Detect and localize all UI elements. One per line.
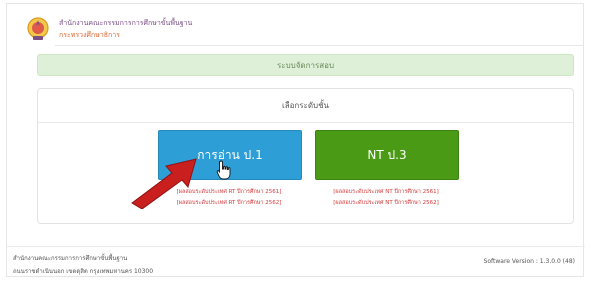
system-title: ระบบจัดการสอบ (276, 60, 335, 70)
system-banner: ระบบจัดการสอบ (37, 54, 574, 76)
footer-org-name: สำนักงานคณะกรรมการการศึกษาขั้นพื้นฐาน (13, 255, 128, 262)
footer-divider (7, 246, 585, 247)
red-arrow-icon (131, 158, 197, 209)
nt-p3-button[interactable]: NT ป.3 (315, 130, 459, 180)
software-version: Software Version : 1.3.0.0 (48) (483, 258, 575, 265)
footer-address: ถนนราชดำเนินนอก เขตดุสิต กรุงเทพมหานคร 1… (13, 268, 154, 275)
page-frame: สำนักงานคณะกรรมการการศึกษาขั้นพื้นฐาน กร… (6, 3, 585, 277)
obec-logo-icon (27, 17, 49, 40)
nt-2562-results-link[interactable]: [ผลสอบระดับประเทศ NT ปีการศึกษา 2562] (315, 199, 457, 207)
nt-p3-label: NT ป.3 (367, 147, 407, 162)
panel-divider (38, 122, 573, 123)
org-name: สำนักงานคณะกรรมการการศึกษาขั้นพื้นฐาน (59, 19, 193, 27)
nt-2561-results-link[interactable]: [ผลสอบระดับประเทศ NT ปีการศึกษา 2561] (315, 188, 457, 196)
hand-cursor-icon (216, 160, 231, 180)
level-select-panel: เลือกระดับชั้น การอ่าน ป.1 NT ป.3 [ผลสอบ… (37, 88, 574, 224)
ministry-name: กระทรวงศึกษาธิการ (59, 31, 120, 39)
header-divider (55, 45, 583, 46)
panel-title: เลือกระดับชั้น (281, 100, 330, 110)
